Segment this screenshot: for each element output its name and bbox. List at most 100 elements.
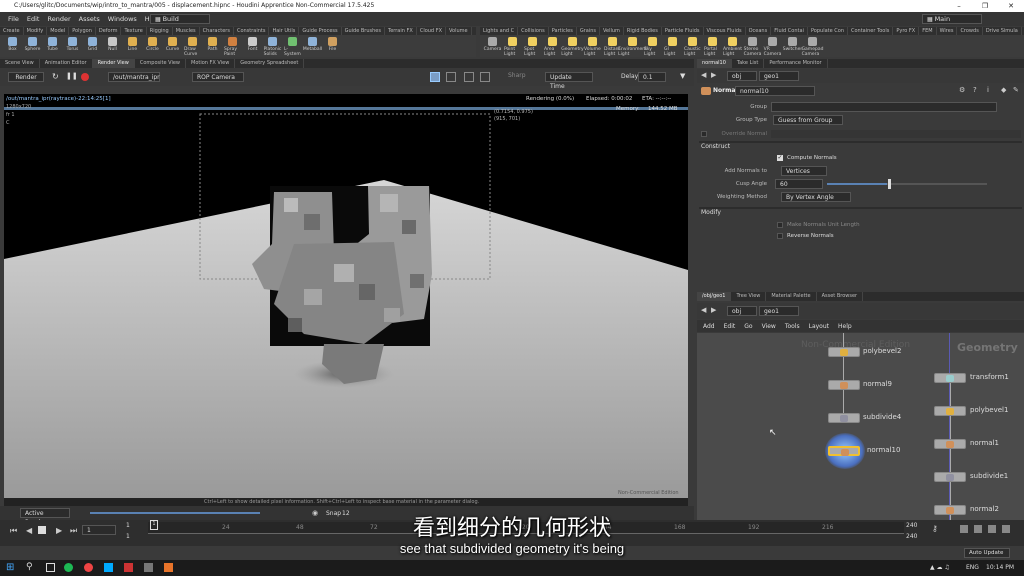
reverse-normals-checkbox[interactable]: [777, 233, 783, 239]
clock[interactable]: 10:14 PM: [986, 564, 1014, 571]
net-forward-arrow-icon[interactable]: ▶: [711, 306, 716, 314]
maximize-button[interactable]: ❐: [972, 0, 998, 12]
shelf-tab-left-3[interactable]: Polygon: [69, 27, 96, 35]
desktop-dropdown-main[interactable]: ▦ Main: [922, 14, 982, 24]
node-normal10[interactable]: [828, 446, 860, 456]
path-obj[interactable]: obj: [727, 71, 757, 81]
shelf-tab-right-16[interactable]: Drive Simula: [983, 27, 1022, 35]
shelf-tool-platonic-solids[interactable]: Platonic Solids: [264, 35, 281, 57]
track-mouse-icon[interactable]: [480, 72, 490, 82]
tab-take-list[interactable]: Take List: [732, 59, 765, 68]
spotify-icon[interactable]: [64, 563, 73, 572]
shelf-tab-left-7[interactable]: Muscles: [173, 27, 200, 35]
shelf-tab-right-15[interactable]: Crowds: [957, 27, 983, 35]
shelf-tab-left-4[interactable]: Deform: [96, 27, 122, 35]
render-button[interactable]: Render: [8, 72, 44, 82]
net-menu-go[interactable]: Go: [744, 323, 752, 330]
net-menu-view[interactable]: View: [762, 323, 776, 330]
shelf-tool-geometry-light[interactable]: Geometry Light: [561, 35, 584, 57]
shelf-tool-area-light[interactable]: Area Light: [544, 35, 561, 57]
language-indicator[interactable]: ENG: [966, 564, 979, 571]
shelf-tab-right-11[interactable]: Container Tools: [848, 27, 894, 35]
tab-composite-view[interactable]: Composite View: [135, 59, 186, 68]
node-polybevel2[interactable]: [828, 347, 860, 357]
shelf-tab-right-4[interactable]: Vellum: [600, 27, 624, 35]
search-icon[interactable]: ⚲: [26, 562, 33, 572]
shelf-tool-file[interactable]: File: [324, 35, 341, 57]
node-subdivide4[interactable]: [828, 413, 860, 423]
group-type-dropdown[interactable]: Guess from Group: [773, 115, 843, 125]
menu-windows[interactable]: Windows: [108, 15, 137, 23]
shelf-tool-circle[interactable]: Circle: [144, 35, 161, 57]
shelf-tool-switcher[interactable]: Switcher: [783, 35, 802, 57]
shelf-tool-grid[interactable]: Grid: [84, 35, 101, 57]
shelf-tool-volume-light[interactable]: Volume Light: [584, 35, 601, 57]
net-menu-help[interactable]: Help: [838, 323, 852, 330]
minimize-button[interactable]: –: [946, 0, 972, 12]
camera-dropdown[interactable]: ROP Camera: [192, 72, 244, 82]
compute-normals-checkbox[interactable]: ✓: [777, 155, 783, 161]
shelf-tab-right-0[interactable]: Lights and C: [480, 27, 519, 35]
shelf-tab-left-10[interactable]: Hair Utils: [269, 27, 300, 35]
net-path-geo[interactable]: geo1: [759, 306, 799, 316]
net-path-obj[interactable]: obj: [727, 306, 757, 316]
shelf-tab-right-5[interactable]: Rigid Bodies: [624, 27, 662, 35]
shelf-tab-left-13[interactable]: Terrain FX: [385, 27, 417, 35]
shelf-tab-left-11[interactable]: Guide Process: [299, 27, 342, 35]
render-viewport[interactable]: /out/mantra_ipr(raytrace)-22:14:25[1] 12…: [4, 94, 688, 498]
shelf-tab-right-8[interactable]: Oceans: [746, 27, 772, 35]
shelf-tab-left-0[interactable]: Create: [0, 27, 24, 35]
shelf-tool-draw-curve[interactable]: Draw Curve: [184, 35, 201, 57]
shelf-tab-right-14[interactable]: Wires: [937, 27, 958, 35]
net-back-arrow-icon[interactable]: ◀: [701, 306, 706, 314]
shelf-tab-right-6[interactable]: Particle Fluids: [662, 27, 704, 35]
shelf-tab-left-14[interactable]: Cloud FX: [417, 27, 447, 35]
cusp-angle-field[interactable]: 60: [775, 179, 823, 189]
shelf-tab-left-15[interactable]: Volume: [446, 27, 472, 35]
houdini-icon[interactable]: [164, 563, 173, 572]
weighting-dropdown[interactable]: By Vertex Angle: [781, 192, 851, 202]
shelf-tool-caustic-light[interactable]: Caustic Light: [684, 35, 701, 57]
shelf-tool-font[interactable]: Font: [244, 35, 261, 57]
tab-geometry-spreadsheet[interactable]: Geometry Spreadsheet: [235, 59, 305, 68]
vivaldi-icon[interactable]: [124, 563, 133, 572]
task-view-icon[interactable]: [46, 563, 55, 572]
tab-obj-geo1[interactable]: /obj/geo1: [697, 292, 732, 301]
update-time-button[interactable]: Update Time: [545, 72, 593, 90]
modify-section[interactable]: Modify: [701, 209, 721, 216]
tab-scene-view[interactable]: Scene View: [0, 59, 40, 68]
shelf-tool-torus[interactable]: Torus: [64, 35, 81, 57]
node-normal9[interactable]: [828, 380, 860, 390]
shelf-tool-l-system[interactable]: L-System: [284, 35, 301, 57]
tab-tree-view[interactable]: Tree View: [731, 292, 767, 301]
node-polybevel1[interactable]: [934, 406, 966, 416]
back-arrow-icon[interactable]: ◀: [701, 71, 706, 79]
shelf-tool-sky-light[interactable]: Sky Light: [644, 35, 661, 57]
shelf-tab-left-9[interactable]: Constraints: [234, 27, 270, 35]
net-menu-add[interactable]: Add: [703, 323, 715, 330]
chrome-icon[interactable]: [84, 563, 93, 572]
gear-icon[interactable]: ⚙: [959, 86, 965, 94]
delay-field[interactable]: 0.1: [638, 72, 666, 82]
node-subdivide1[interactable]: [934, 472, 966, 482]
shelf-tab-right-10[interactable]: Populate Con: [808, 27, 848, 35]
sharp-label[interactable]: Sharp: [508, 72, 526, 79]
cusp-angle-slider-track[interactable]: [887, 183, 987, 185]
shelf-tool-point-light[interactable]: Point Light: [504, 35, 521, 57]
preview-toggle-icon[interactable]: [430, 72, 440, 82]
shelf-tool-null[interactable]: Null: [104, 35, 121, 57]
chevron-down-icon[interactable]: ▼: [680, 72, 685, 80]
menu-edit[interactable]: Edit: [27, 15, 40, 23]
path-geo[interactable]: geo1: [759, 71, 799, 81]
refresh-icon[interactable]: ↻: [52, 72, 59, 81]
menu-render[interactable]: Render: [47, 15, 70, 23]
tab-motion-fx-view[interactable]: Motion FX View: [186, 59, 236, 68]
shelf-tool-portal-light[interactable]: Portal Light: [704, 35, 721, 57]
shelf-tool-camera[interactable]: Camera: [484, 35, 501, 57]
shelf-tool-line[interactable]: Line: [124, 35, 141, 57]
windows-start-icon[interactable]: ⊞: [6, 562, 14, 573]
menu-file[interactable]: File: [8, 15, 19, 23]
shelf-tab-left-1[interactable]: Modify: [24, 27, 48, 35]
shelf-tool-box[interactable]: Box: [4, 35, 21, 57]
pause-icon[interactable]: ❚❚: [66, 72, 78, 80]
